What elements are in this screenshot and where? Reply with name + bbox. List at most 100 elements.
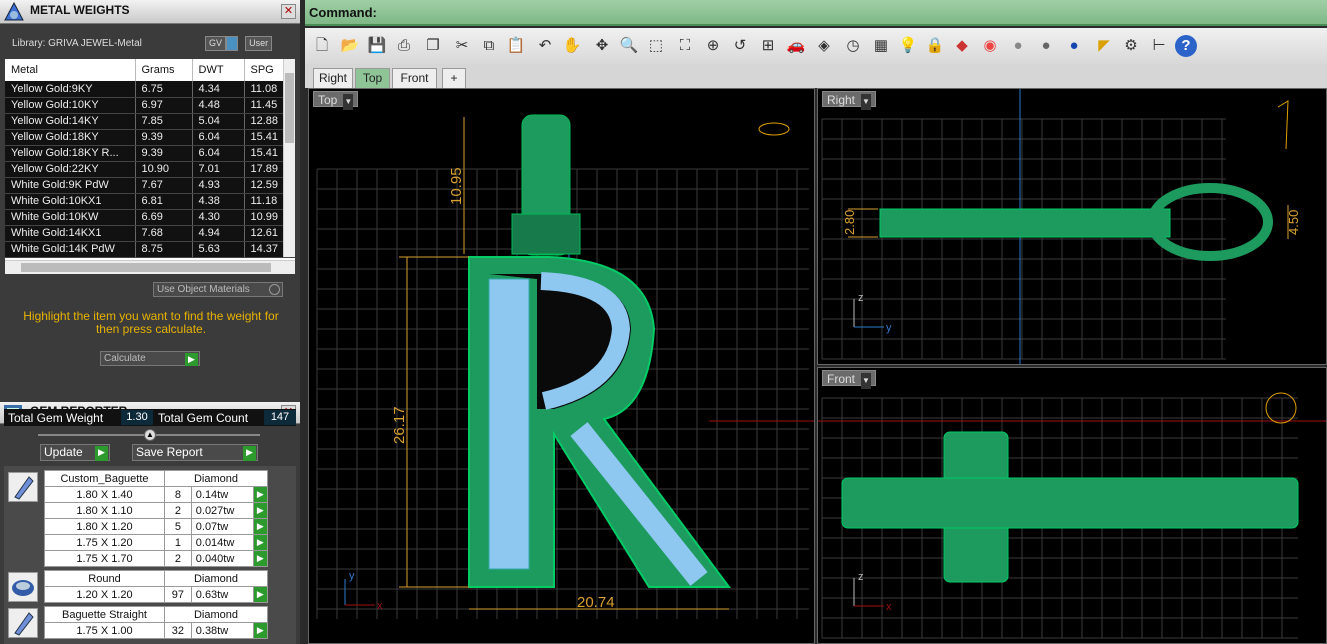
- viewport-top[interactable]: 10.95 26.17 20.74 y x Top ▼: [308, 88, 815, 644]
- gem-row[interactable]: 1.75 X 1.20 1 0.014tw ▶: [44, 534, 269, 551]
- zoom-extents-icon[interactable]: ⛶: [674, 35, 696, 57]
- play-icon[interactable]: ▶: [252, 622, 269, 639]
- use-object-materials-checkbox[interactable]: Use Object Materials: [153, 282, 283, 297]
- layers-icon[interactable]: ◆: [951, 35, 973, 57]
- gem-list: Custom_Baguette Diamond 1.80 X 1.40 8 0.14tw…: [4, 466, 296, 644]
- save-icon[interactable]: 💾: [366, 35, 388, 57]
- close-icon[interactable]: ✕: [281, 4, 296, 19]
- table-row[interactable]: White Gold:14KX1 7.68 4.94 12.61: [5, 225, 295, 242]
- paste-icon[interactable]: 📋: [505, 35, 527, 57]
- rotate-view-icon[interactable]: ✥: [591, 35, 613, 57]
- table-row[interactable]: White Gold:14K PdW 8.75 5.63 14.37: [5, 241, 295, 258]
- save-report-button[interactable]: Save Report ▶: [132, 444, 258, 461]
- top-view-canvas[interactable]: 10.95 26.17 20.74 y x: [309, 89, 815, 644]
- render-sphere-icon[interactable]: ●: [1035, 35, 1057, 57]
- viewport-right[interactable]: 2.80 4.50 z y Right ▼: [817, 88, 1327, 365]
- shaded-sphere-icon[interactable]: ●: [1007, 35, 1029, 57]
- tab-top[interactable]: Top: [355, 68, 390, 88]
- table-cell: 8.75: [135, 241, 193, 258]
- viewport-front[interactable]: zx Front ▼: [817, 367, 1327, 644]
- properties-icon[interactable]: ❐: [422, 35, 444, 57]
- table-row[interactable]: Yellow Gold:18KY 9.39 6.04 15.41: [5, 129, 295, 146]
- table-cell: 4.38: [192, 193, 245, 210]
- lock-icon[interactable]: 🔒: [924, 35, 946, 57]
- play-icon: ▶: [185, 353, 198, 366]
- table-row[interactable]: White Gold:10KX1 6.81 4.38 11.18: [5, 193, 295, 210]
- four-viewports-icon[interactable]: ⊞: [757, 35, 779, 57]
- update-label: Update: [44, 445, 83, 459]
- table-cell: Yellow Gold:22KY: [5, 161, 136, 178]
- table-cell: 4.94: [192, 225, 245, 242]
- help-icon[interactable]: ?: [1175, 35, 1197, 57]
- horizontal-scrollbar[interactable]: [5, 260, 295, 274]
- table-row[interactable]: Yellow Gold:10KY 6.97 4.48 11.45: [5, 97, 295, 114]
- gem-row[interactable]: 1.80 X 1.20 5 0.07tw ▶: [44, 518, 269, 535]
- gem-row[interactable]: 1.80 X 1.10 2 0.027tw ▶: [44, 502, 269, 519]
- play-icon[interactable]: ▶: [252, 586, 269, 603]
- vertical-scrollbar[interactable]: [283, 59, 295, 257]
- light-bulb-icon[interactable]: 💡: [897, 35, 919, 57]
- undo-view-icon[interactable]: ↺: [729, 35, 751, 57]
- play-icon[interactable]: ▶: [252, 550, 269, 567]
- front-view-canvas[interactable]: zx: [818, 368, 1327, 644]
- print-icon[interactable]: ⎙: [393, 35, 415, 57]
- play-icon[interactable]: ▶: [252, 518, 269, 535]
- viewport-label-top[interactable]: Top ▼: [313, 91, 359, 110]
- table-row[interactable]: White Gold:9K PdW 7.67 4.93 12.59: [5, 177, 295, 194]
- zoom-icon[interactable]: 🔍: [618, 35, 640, 57]
- table-cell: 6.81: [135, 193, 193, 210]
- car-icon[interactable]: 🚗: [785, 35, 807, 57]
- column-header[interactable]: DWT: [192, 59, 245, 81]
- table-cell: 6.04: [192, 145, 245, 162]
- gem-row[interactable]: 1.75 X 1.00 32 0.38tw ▶: [44, 622, 269, 639]
- tab-front[interactable]: Front: [392, 68, 437, 88]
- gem-size: 1.20 X 1.20: [44, 586, 165, 603]
- gem-count: 1: [164, 534, 192, 551]
- toggle-gv[interactable]: GV: [205, 36, 227, 51]
- play-icon[interactable]: ▶: [252, 534, 269, 551]
- blue-sphere-icon[interactable]: ●: [1063, 35, 1085, 57]
- column-header[interactable]: Metal: [5, 59, 136, 81]
- tab-right[interactable]: Right: [313, 68, 353, 88]
- use-object-materials-label: Use Object Materials: [157, 284, 250, 295]
- table-row[interactable]: Yellow Gold:18KY R... 9.39 6.04 15.41: [5, 145, 295, 162]
- tree-icon[interactable]: ⊢: [1148, 35, 1170, 57]
- metal-weights-title: METAL WEIGHTS: [30, 3, 130, 17]
- update-button[interactable]: Update ▶: [40, 444, 110, 461]
- viewport-label-front[interactable]: Front ▼: [822, 370, 877, 389]
- gv-user-toggle[interactable]: GV User: [205, 36, 291, 51]
- table-row[interactable]: Yellow Gold:9KY 6.75 4.34 11.08: [5, 81, 295, 98]
- calculate-button[interactable]: Calculate ▶: [100, 351, 200, 366]
- gem-row[interactable]: 1.80 X 1.40 8 0.14tw ▶: [44, 486, 269, 503]
- undo-icon[interactable]: ↶: [534, 35, 556, 57]
- slider-handle[interactable]: ▲: [144, 429, 156, 441]
- right-view-canvas[interactable]: 2.80 4.50 z y: [818, 89, 1327, 365]
- open-folder-icon[interactable]: 📂: [339, 35, 361, 57]
- table-row[interactable]: Yellow Gold:22KY 10.90 7.01 17.89: [5, 161, 295, 178]
- command-bar[interactable]: Command:: [305, 0, 1327, 26]
- cut-icon[interactable]: ✂: [451, 35, 473, 57]
- color-wheel-icon[interactable]: ◉: [979, 35, 1001, 57]
- grid-snap-icon[interactable]: ▦: [870, 35, 892, 57]
- play-icon[interactable]: ▶: [252, 502, 269, 519]
- gem-row[interactable]: 1.20 X 1.20 97 0.63tw ▶: [44, 586, 269, 603]
- viewport-label-right[interactable]: Right ▼: [822, 91, 877, 110]
- light-icon[interactable]: ◤: [1093, 35, 1115, 57]
- camera-icon[interactable]: ◈: [813, 35, 835, 57]
- toggle-gv-switch[interactable]: [226, 36, 239, 51]
- table-row[interactable]: White Gold:10KW 6.69 4.30 10.99: [5, 209, 295, 226]
- add-tab-icon[interactable]: +: [442, 68, 466, 88]
- zoom-selected-icon[interactable]: ⊕: [702, 35, 724, 57]
- gem-row[interactable]: 1.75 X 1.70 2 0.040tw ▶: [44, 550, 269, 567]
- zoom-window-icon[interactable]: ⬚: [645, 35, 667, 57]
- table-row[interactable]: Yellow Gold:14KY 7.85 5.04 12.88: [5, 113, 295, 130]
- new-file-icon[interactable]: 🗋: [311, 35, 333, 57]
- column-header[interactable]: Grams: [135, 59, 193, 81]
- play-icon: ▶: [243, 446, 256, 461]
- pan-hand-icon[interactable]: ✋: [561, 35, 583, 57]
- clock-icon[interactable]: ◷: [842, 35, 864, 57]
- copy-icon[interactable]: ⧉: [478, 35, 500, 57]
- settings-gear-icon[interactable]: ⚙: [1120, 35, 1142, 57]
- toggle-user[interactable]: User: [245, 36, 273, 51]
- play-icon[interactable]: ▶: [252, 486, 269, 503]
